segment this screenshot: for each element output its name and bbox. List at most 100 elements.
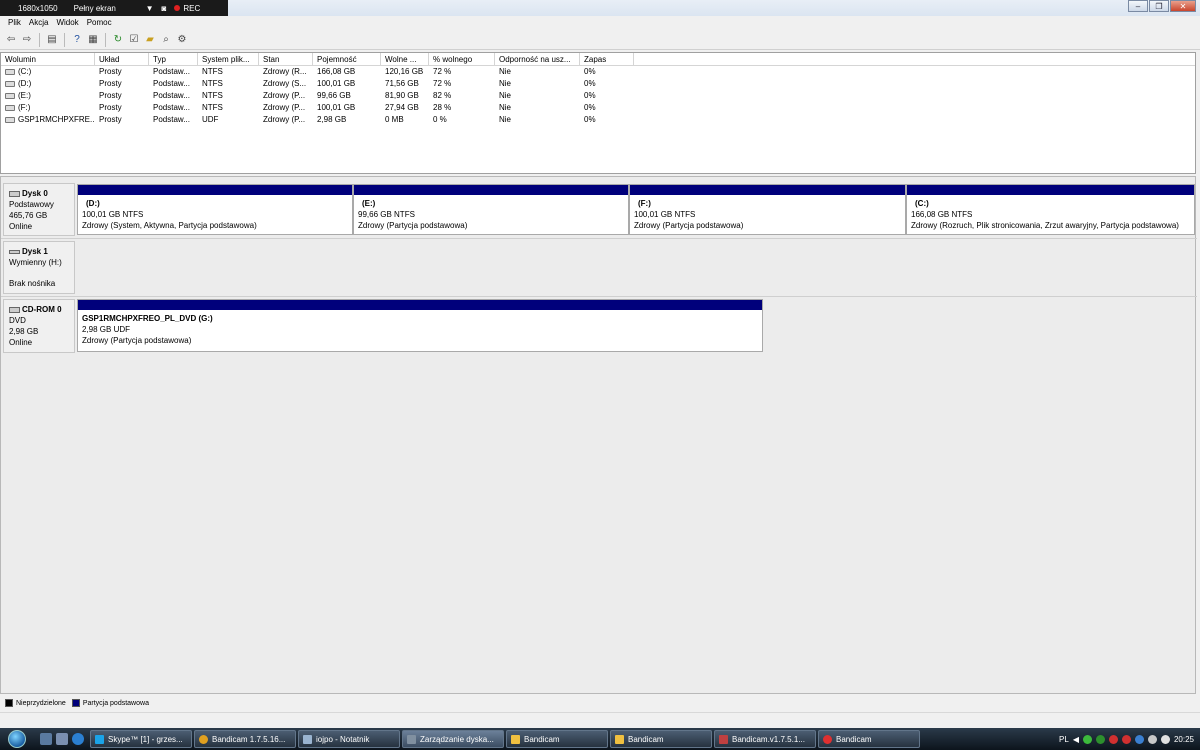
cell-volume: (F:) <box>1 102 95 114</box>
cell-capacity: 100,01 GB <box>317 103 356 112</box>
tray-app-icon[interactable] <box>1082 734 1092 744</box>
menu-akcja[interactable]: Akcja <box>25 18 53 27</box>
internet-explorer-icon[interactable] <box>72 733 84 745</box>
table-row[interactable]: (D:) Prosty Podstaw... NTFS Zdrowy (S...… <box>1 78 1195 90</box>
col-header-procent-wolnego[interactable]: % wolnego <box>429 53 495 65</box>
task-bandicam-app[interactable]: Bandicam <box>818 730 920 748</box>
cell-free: 81,90 GB <box>385 91 419 100</box>
start-button[interactable] <box>0 728 34 750</box>
task-bandicam-archive[interactable]: Bandicam.v1.7.5.1... <box>714 730 816 748</box>
partition-status: Zdrowy (Partycja podstawowa) <box>358 221 468 230</box>
table-row[interactable]: (F:) Prosty Podstaw... NTFS Zdrowy (P...… <box>1 102 1195 114</box>
cell-status: Zdrowy (P... <box>263 91 306 100</box>
col-header-system-plikow[interactable]: System plik... <box>198 53 259 65</box>
cell-overhead: 0% <box>584 79 596 88</box>
tray-app-icon[interactable] <box>1134 734 1144 744</box>
task-label: iojpo - Notatnik <box>316 734 370 744</box>
volume-list: Wolumin Układ Typ System plik... Stan Po… <box>0 52 1196 174</box>
col-header-wolumin[interactable]: Wolumin <box>1 53 95 65</box>
network-icon[interactable] <box>1147 734 1157 744</box>
volume-icon[interactable] <box>1160 734 1170 744</box>
cell-filesystem: NTFS <box>202 79 223 88</box>
settings-icon[interactable]: ⚙ <box>175 33 189 47</box>
cdrom-0-label[interactable]: CD-ROM 0 DVD 2,98 GB Online <box>3 299 75 353</box>
disk-0-label[interactable]: Dysk 0 Podstawowy 465,76 GB Online <box>3 183 75 236</box>
disk-0-name: Dysk 0 <box>22 189 48 198</box>
partition-e[interactable]: (E:) 99,66 GB NTFS Zdrowy (Partycja pods… <box>353 184 629 235</box>
partition-f[interactable]: (F:) 100,01 GB NTFS Zdrowy (Partycja pod… <box>629 184 906 235</box>
refresh-icon[interactable]: ↻ <box>111 33 125 47</box>
col-header-odpornosc[interactable]: Odporność na usz... <box>495 53 580 65</box>
partition-name: (D:) <box>86 199 100 208</box>
cell-type: Podstaw... <box>153 103 190 112</box>
col-header-typ[interactable]: Typ <box>149 53 198 65</box>
tray-app-icon[interactable] <box>1108 734 1118 744</box>
restore-button[interactable]: ❐ <box>1149 0 1169 12</box>
notepad-icon <box>303 734 312 744</box>
bandicam-overlay: 1680x1050 Pełny ekran ▼ ◙ REC <box>0 0 228 16</box>
cell-free: 27,94 GB <box>385 103 419 112</box>
folder-icon <box>615 734 624 744</box>
checklist-icon[interactable]: ☑ <box>127 33 141 47</box>
close-button[interactable]: ✕ <box>1170 0 1196 12</box>
rec-button[interactable]: REC <box>170 0 204 16</box>
properties-icon[interactable]: ▦ <box>86 33 100 47</box>
task-notepad[interactable]: iojpo - Notatnik <box>298 730 400 748</box>
cell-volume: (C:) <box>1 66 95 78</box>
table-row[interactable]: (E:) Prosty Podstaw... NTFS Zdrowy (P...… <box>1 90 1195 102</box>
task-label: Zarządzanie dyska... <box>420 734 494 744</box>
toolbar-separator <box>39 32 40 47</box>
back-icon[interactable]: ⇦ <box>4 33 18 47</box>
partition-status: Zdrowy (Rozruch, Plik stronicowania, Zrz… <box>911 221 1179 230</box>
bandicam-mode[interactable]: Pełny ekran <box>70 0 142 16</box>
menu-widok[interactable]: Widok <box>52 18 82 27</box>
col-header-wolne[interactable]: Wolne ... <box>381 53 429 65</box>
menu-plik[interactable]: Plik <box>4 18 25 27</box>
col-header-zapas[interactable]: Zapas <box>580 53 634 65</box>
volume-name: (C:) <box>18 67 32 76</box>
swatch-unallocated <box>5 699 13 707</box>
task-disk-management[interactable]: Zarządzanie dyska... <box>402 730 504 748</box>
console-tree-icon[interactable]: ▤ <box>45 33 59 47</box>
table-row[interactable]: (C:) Prosty Podstaw... NTFS Zdrowy (R...… <box>1 66 1195 78</box>
task-skype[interactable]: Skype™ [1] - grzes... <box>90 730 192 748</box>
menu-pomoc[interactable]: Pomoc <box>83 18 116 27</box>
tray-app-icon[interactable] <box>1095 734 1105 744</box>
language-indicator[interactable]: PL <box>1059 735 1069 744</box>
tray-expand-icon[interactable]: ◀ <box>1073 735 1079 744</box>
clock[interactable]: 20:25 <box>1174 735 1194 744</box>
forward-icon[interactable]: ⇨ <box>20 33 34 47</box>
disk-0-size: 465,76 GB <box>9 211 48 220</box>
partition-bar <box>78 300 762 310</box>
open-folder-icon[interactable]: ▰ <box>143 33 157 47</box>
partition-g[interactable]: GSP1RMCHPXFREO_PL_DVD (G:) 2,98 GB UDF Z… <box>77 299 763 352</box>
col-header-pojemnosc[interactable]: Pojemność <box>313 53 381 65</box>
task-label: Bandicam <box>524 734 560 744</box>
cell-fault-tolerance: Nie <box>499 115 512 124</box>
task-bandicam-folder-2[interactable]: Bandicam <box>610 730 712 748</box>
show-desktop-icon[interactable] <box>40 733 52 745</box>
partition-c[interactable]: (C:) 166,08 GB NTFS Zdrowy (Rozruch, Pli… <box>906 184 1195 235</box>
bandicam-resolution[interactable]: 1680x1050 <box>0 0 62 16</box>
tray-app-icon[interactable] <box>1121 734 1131 744</box>
chevron-down-icon[interactable]: ▼ <box>142 0 158 16</box>
partition-d[interactable]: (D:) 100,01 GB NTFS Zdrowy (System, Akty… <box>77 184 353 235</box>
window-controls: – ❐ ✕ <box>1128 0 1196 12</box>
cell-fault-tolerance: Nie <box>499 67 512 76</box>
windows-orb-icon <box>8 730 26 748</box>
switch-windows-icon[interactable] <box>56 733 68 745</box>
camera-icon[interactable]: ◙ <box>158 0 171 16</box>
disk-graphical-view: Dysk 0 Podstawowy 465,76 GB Online (D:) … <box>0 176 1197 694</box>
table-row[interactable]: GSP1RMCHPXFRE... Prosty Podstaw... UDF Z… <box>1 114 1195 126</box>
help-icon[interactable]: ? <box>70 33 84 47</box>
minimize-button[interactable]: – <box>1128 0 1148 12</box>
task-bandicam-folder-1[interactable]: Bandicam <box>506 730 608 748</box>
partition-text: GSP1RMCHPXFREO_PL_DVD (G:) 2,98 GB UDF Z… <box>78 310 762 349</box>
search-icon[interactable]: ⌕ <box>159 33 173 47</box>
cell-layout: Prosty <box>99 67 122 76</box>
col-header-uklad[interactable]: Układ <box>95 53 149 65</box>
task-bandicam-chrome[interactable]: Bandicam 1.7.5.16... <box>194 730 296 748</box>
col-header-stan[interactable]: Stan <box>259 53 313 65</box>
disk-1-label[interactable]: Dysk 1 Wymienny (H:) Brak nośnika <box>3 241 75 294</box>
cdrom-icon <box>9 306 20 313</box>
